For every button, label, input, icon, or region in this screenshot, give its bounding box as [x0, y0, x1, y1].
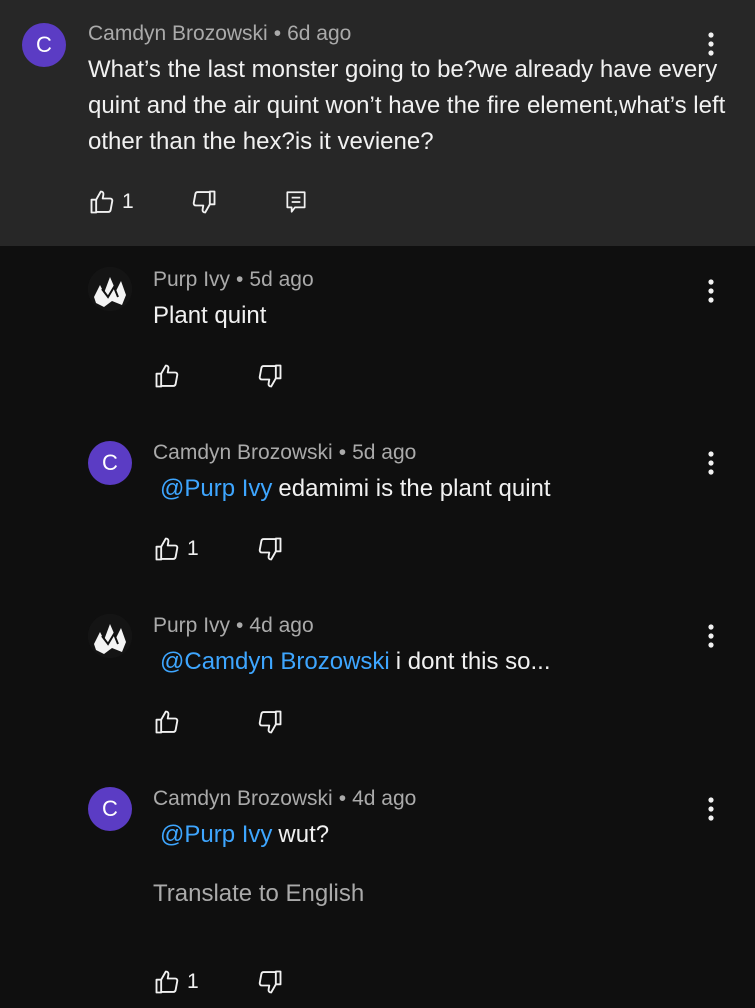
thumb-down-icon	[258, 710, 282, 734]
mention-link[interactable]: @Purp Ivy	[160, 821, 272, 848]
comment-text: @Camdyn Brozowski i dont this so...	[153, 644, 551, 680]
dislike-button[interactable]	[256, 535, 284, 563]
like-count: 1	[187, 970, 199, 993]
dislike-button[interactable]	[256, 968, 284, 996]
avatar[interactable]: C	[22, 23, 66, 67]
reply-icon	[286, 191, 306, 213]
meta-separator: •	[236, 268, 244, 291]
author-name[interactable]: Purp Ivy	[153, 614, 230, 637]
meta-separator: •	[338, 787, 347, 810]
comment-text: @Purp Ivy edamimi is the plant quint	[153, 471, 551, 507]
avatar[interactable]: C	[88, 787, 132, 831]
author-name[interactable]: Camdyn Brozowski	[153, 441, 333, 464]
avatar[interactable]	[88, 267, 132, 311]
mention-link[interactable]: @Purp Ivy	[160, 475, 272, 502]
dislike-button[interactable]	[190, 188, 218, 216]
like-button[interactable]: 1	[88, 188, 134, 216]
timestamp: 4d ago	[352, 787, 417, 810]
thumb-up-icon	[155, 364, 179, 388]
timestamp: 5d ago	[249, 268, 314, 291]
comment-text: Plant quint	[153, 298, 266, 334]
reply-button[interactable]	[283, 188, 309, 216]
timestamp: 6d ago	[287, 22, 352, 45]
thumb-down-icon	[258, 970, 282, 994]
thumb-down-icon	[192, 190, 216, 214]
thumb-down-icon	[258, 364, 282, 388]
author-name[interactable]: Purp Ivy	[153, 268, 230, 291]
comment-body: i dont this so...	[395, 648, 551, 675]
thumb-up-icon	[155, 710, 179, 734]
comment-meta: Camdyn Brozowski • 6d ago	[88, 22, 351, 46]
like-button[interactable]: 1	[153, 535, 199, 563]
translate-link[interactable]: Translate to English	[153, 880, 364, 908]
like-button[interactable]	[153, 708, 187, 736]
comment-meta: Purp Ivy • 4d ago	[153, 614, 314, 638]
more-vert-icon[interactable]	[701, 794, 721, 824]
timestamp: 4d ago	[249, 614, 314, 637]
meta-separator: •	[273, 22, 282, 45]
comment-text: @Purp Ivy wut?	[153, 817, 329, 853]
comment-meta: Camdyn Brozowski • 5d ago	[153, 441, 416, 465]
parent-comment: C Camdyn Brozowski • 6d ago What’s the las…	[0, 0, 755, 246]
avatar[interactable]	[88, 614, 132, 658]
author-name[interactable]: Camdyn Brozowski	[88, 22, 268, 45]
like-count: 1	[122, 190, 134, 213]
comment-body: Plant quint	[153, 302, 267, 329]
like-button[interactable]	[153, 362, 187, 390]
more-vert-icon[interactable]	[701, 448, 721, 478]
more-vert-icon[interactable]	[701, 621, 721, 651]
comment-text: What’s the last monster going to be?we a…	[88, 56, 726, 155]
like-button[interactable]: 1	[153, 968, 199, 996]
comment-meta: Camdyn Brozowski • 4d ago	[153, 787, 416, 811]
dislike-button[interactable]	[256, 362, 284, 390]
meta-separator: •	[338, 441, 347, 464]
like-count: 1	[187, 537, 199, 560]
thumb-up-icon	[90, 190, 114, 214]
more-vert-icon[interactable]	[701, 276, 721, 306]
thumb-down-icon	[258, 537, 282, 561]
dislike-button[interactable]	[256, 708, 284, 736]
comment-meta: Purp Ivy • 5d ago	[153, 268, 314, 292]
timestamp: 5d ago	[352, 441, 417, 464]
comment-body: wut?	[278, 821, 330, 848]
thumb-up-icon	[155, 537, 179, 561]
author-name[interactable]: Camdyn Brozowski	[153, 787, 333, 810]
comment-body: edamimi is the plant quint	[278, 475, 551, 502]
thumb-up-icon	[155, 970, 179, 994]
more-vert-icon[interactable]	[701, 29, 721, 59]
meta-separator: •	[236, 614, 244, 637]
avatar[interactable]: C	[88, 441, 132, 485]
mention-link[interactable]: @Camdyn Brozowski	[160, 648, 390, 675]
